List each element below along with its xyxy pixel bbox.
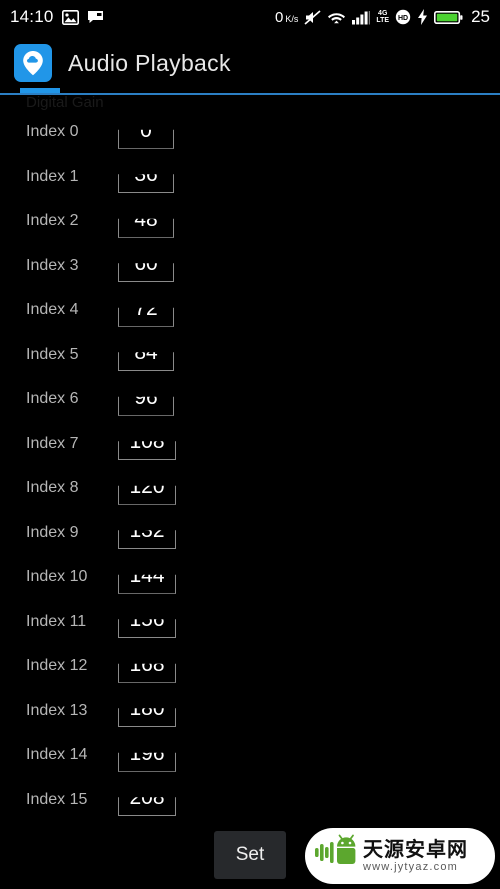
set-button[interactable]: Set: [214, 831, 286, 879]
table-row: Index 4: [0, 288, 500, 333]
index-label: Index 12: [26, 657, 88, 675]
index-label: Index 6: [26, 390, 79, 408]
index-label: Index 15: [26, 790, 88, 808]
gain-value-input[interactable]: [118, 708, 176, 728]
table-row: Index 9: [0, 511, 500, 556]
table-row: Index 3: [0, 244, 500, 289]
watermark-site-name: 天源安卓网: [363, 838, 468, 861]
table-row: Index 14: [0, 733, 500, 778]
battery-percent-label: 25: [471, 7, 490, 26]
table-row: Index 10: [0, 555, 500, 600]
index-label: Index 2: [26, 212, 79, 230]
section-label: Digital Gain: [26, 94, 104, 110]
table-row: Index 12: [0, 644, 500, 689]
cloud-pin-app-icon[interactable]: [14, 44, 52, 82]
index-label: Index 11: [26, 612, 87, 630]
gain-value-input[interactable]: [118, 263, 174, 283]
gain-value-input[interactable]: [118, 307, 174, 327]
android-robot-logo: [313, 834, 357, 879]
index-label: Index 10: [26, 568, 88, 586]
gain-value-input[interactable]: [118, 441, 176, 461]
battery-icon: [434, 10, 463, 25]
gain-value-input[interactable]: [118, 129, 174, 149]
gain-value-input[interactable]: [118, 530, 176, 550]
network-generation-label: 4G: [378, 10, 388, 17]
watermark-text: 天源安卓网 www.jytyaz.com: [363, 839, 468, 874]
hd-icon: HD: [395, 9, 411, 25]
index-label: Index 7: [26, 434, 79, 452]
image-icon: [61, 9, 79, 25]
table-row: Index 2: [0, 199, 500, 244]
table-row: Index 13: [0, 689, 500, 734]
index-label: Index 4: [26, 301, 79, 319]
table-row: Index 7: [0, 422, 500, 467]
table-row: Index 0: [0, 110, 500, 155]
index-label: Index 1: [26, 167, 79, 185]
status-bar-right: 0 K/s 4G LTE HD 25: [275, 7, 490, 27]
index-label: Index 9: [26, 523, 79, 541]
gain-index-list[interactable]: Index 0 Index 1 Index 2 Index 3 Index 4 Index…: [0, 110, 500, 820]
table-row: Index 6: [0, 377, 500, 422]
message-icon: [87, 10, 104, 24]
gain-value-input[interactable]: [118, 174, 174, 194]
index-label: Index 5: [26, 345, 79, 363]
data-rate-indicator: 0 K/s: [275, 9, 298, 26]
gain-value-input[interactable]: [118, 485, 176, 505]
gain-value-input[interactable]: [118, 752, 176, 772]
data-rate-value: 0: [275, 8, 284, 26]
page-title: Audio Playback: [68, 49, 231, 76]
index-label: Index 0: [26, 123, 79, 141]
data-rate-unit: K/s: [285, 13, 299, 24]
section-header-strip: Digital Gain: [0, 88, 500, 110]
index-label: Index 14: [26, 746, 88, 764]
status-bar-left: 14:10: [10, 7, 104, 27]
gain-value-input[interactable]: [118, 352, 174, 372]
table-row: Index 11: [0, 600, 500, 645]
4g-lte-icon: 4G LTE: [376, 10, 389, 24]
gain-value-input[interactable]: [118, 797, 176, 817]
app-bar: Audio Playback: [0, 34, 500, 92]
watermark-site-url: www.jytyaz.com: [363, 860, 459, 873]
network-type-label: LTE: [376, 17, 390, 24]
index-label: Index 8: [26, 479, 79, 497]
charging-bolt-icon: [417, 9, 428, 25]
table-row: Index 1: [0, 155, 500, 200]
signal-bars-icon: [352, 10, 371, 25]
gain-value-input[interactable]: [118, 396, 174, 416]
table-row: Index 8: [0, 466, 500, 511]
wifi-icon: [327, 10, 346, 25]
gain-value-input[interactable]: [118, 663, 176, 683]
gain-value-input[interactable]: [118, 218, 174, 238]
index-label: Index 3: [26, 256, 79, 274]
site-watermark: 天源安卓网 www.jytyaz.com: [305, 828, 495, 884]
table-row: Index 5: [0, 333, 500, 378]
gain-value-input[interactable]: [118, 619, 176, 639]
mute-icon: [304, 9, 321, 25]
svg-text:HD: HD: [398, 15, 408, 22]
status-clock: 14:10: [10, 7, 54, 26]
gain-value-input[interactable]: [118, 574, 176, 594]
table-row: Index 15: [0, 778, 500, 821]
index-label: Index 13: [26, 701, 88, 719]
status-bar: 14:10 0 K/s 4G LTE HD 25: [0, 0, 500, 34]
